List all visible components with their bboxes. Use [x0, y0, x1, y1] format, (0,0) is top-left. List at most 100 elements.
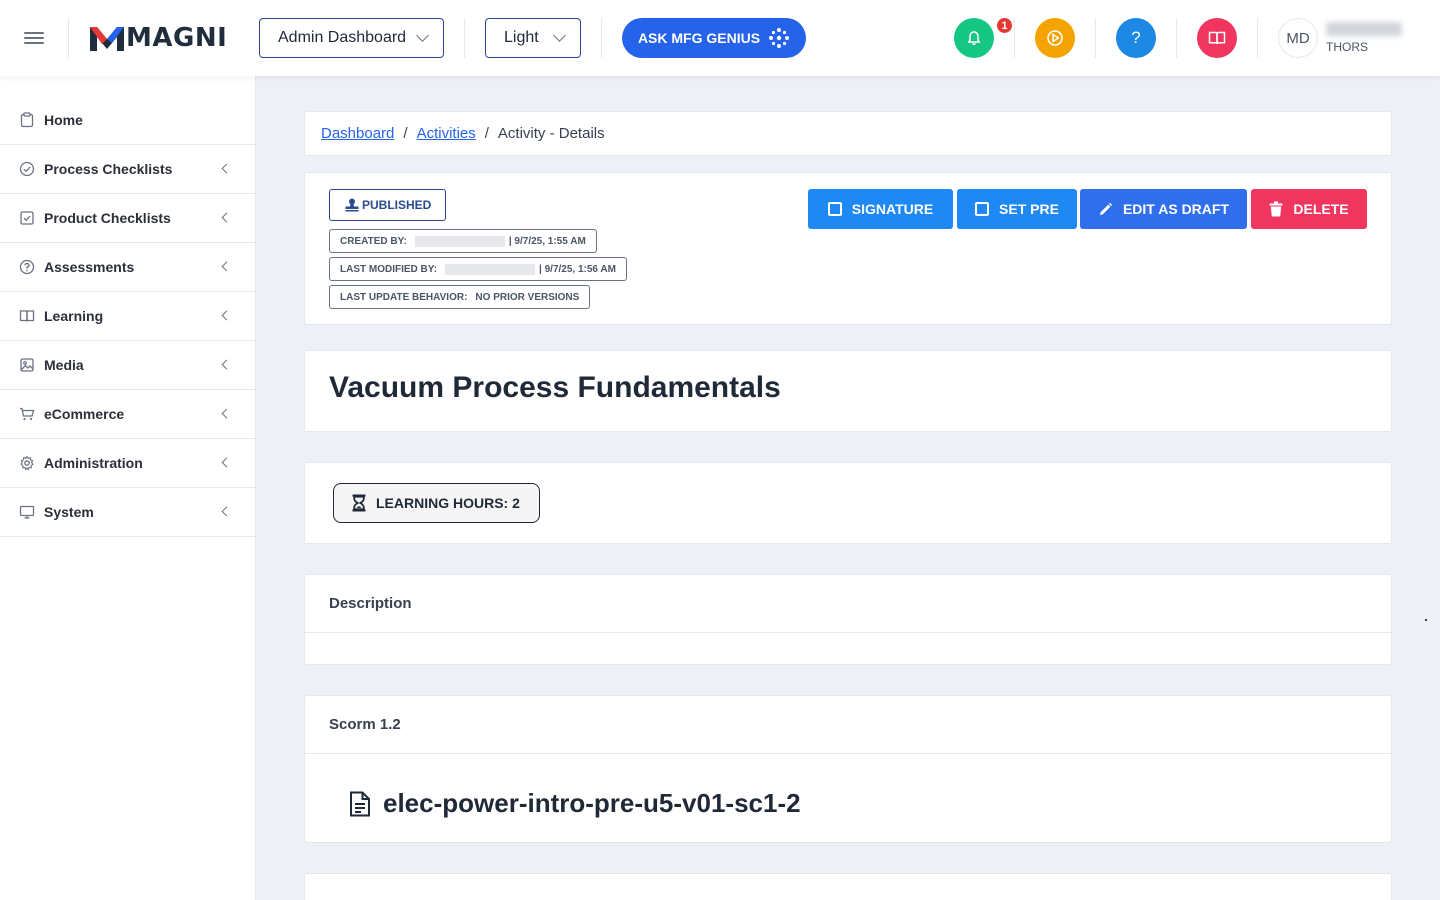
cart-icon	[18, 405, 36, 423]
sidebar-item-label: Assessments	[44, 259, 135, 275]
learning-hours-card: LEARNING HOURS: 2	[304, 462, 1392, 544]
description-heading: Description	[305, 575, 1391, 633]
notification-count-badge: 1	[995, 16, 1014, 35]
book-icon	[18, 307, 36, 325]
activity-title: Vacuum Process Fundamentals	[329, 371, 781, 404]
delete-button[interactable]: DELETE	[1251, 189, 1367, 229]
status-actions-card: PUBLISHED CREATED BY: | 9/7/25, 1:55 AM …	[304, 172, 1392, 325]
sparkle-icon	[769, 28, 790, 48]
breadcrumb-separator: /	[403, 125, 408, 142]
ask-mfg-genius-button[interactable]: ASK MFG GENIUS	[622, 18, 806, 58]
scorm-file-link[interactable]: elec-power-intro-pre-u5-v01-sc1-2	[349, 788, 801, 819]
signature-button[interactable]: SIGNATURE	[808, 189, 953, 229]
activity-title-card: Vacuum Process Fundamentals	[304, 350, 1392, 432]
last-modified-meta: LAST MODIFIED BY: | 9/7/25, 1:56 AM	[329, 257, 627, 281]
image-icon	[18, 356, 36, 374]
edit-as-draft-button[interactable]: EDIT AS DRAFT	[1080, 189, 1247, 229]
help-button[interactable]: ?	[1116, 18, 1156, 58]
sidebar-item-product-checklists[interactable]: Product Checklists	[0, 194, 255, 243]
sidebar-item-assessments[interactable]: Assessments	[0, 243, 255, 292]
user-organization: THORS	[1326, 40, 1368, 54]
top-bar: MAGNI Admin Dashboard Light ASK MFG GENI…	[0, 0, 1440, 76]
update-behavior-value: NO PRIOR VERSIONS	[475, 291, 580, 303]
question-circle-icon	[18, 258, 36, 276]
sidebar-item-process-checklists[interactable]: Process Checklists	[0, 145, 255, 194]
magni-logo[interactable]: MAGNI	[90, 22, 227, 54]
divider	[601, 18, 602, 58]
published-label: PUBLISHED	[362, 198, 432, 212]
learning-hours-badge: LEARNING HOURS: 2	[333, 483, 540, 523]
update-behavior-meta: LAST UPDATE BEHAVIOR: NO PRIOR VERSIONS	[329, 285, 591, 309]
sidebar-item-label: Process Checklists	[44, 161, 173, 177]
created-by-label: CREATED BY:	[340, 235, 407, 247]
chevron-left-icon	[221, 212, 232, 223]
monitor-icon	[18, 503, 36, 521]
dashboard-select-value: Admin Dashboard	[278, 29, 407, 46]
chevron-left-icon	[221, 261, 232, 272]
set-pre-button[interactable]: SET PRE	[957, 189, 1077, 229]
divider	[68, 18, 69, 58]
divider	[1095, 18, 1096, 58]
set-pre-label: SET PRE	[999, 201, 1059, 217]
sidebar-item-system[interactable]: System	[0, 488, 255, 537]
sidebar-item-label: Administration	[44, 455, 143, 471]
theme-select-value: Light	[504, 29, 539, 46]
last-modified-value: | 9/7/25, 1:56 AM	[539, 263, 616, 275]
delete-label: DELETE	[1293, 201, 1349, 217]
last-modified-label: LAST MODIFIED BY:	[340, 263, 438, 275]
breadcrumb-separator: /	[484, 125, 489, 142]
hamburger-menu-icon[interactable]	[22, 27, 46, 49]
update-behavior-label: LAST UPDATE BEHAVIOR:	[340, 291, 468, 303]
sidebar-item-learning[interactable]: Learning	[0, 292, 255, 341]
clipboard-icon	[18, 111, 36, 129]
guide-book-button[interactable]	[1197, 18, 1237, 58]
scorm-heading: Scorm 1.2	[305, 696, 1391, 754]
description-card: Description	[304, 574, 1392, 665]
stray-dot	[1425, 619, 1427, 621]
sidebar-item-label: eCommerce	[44, 406, 125, 422]
user-avatar[interactable]: MD	[1278, 18, 1318, 58]
chevron-left-icon	[221, 506, 232, 517]
last-modified-redacted	[445, 263, 536, 275]
question-mark-icon: ?	[1131, 28, 1141, 47]
play-button[interactable]	[1035, 18, 1075, 58]
created-by-redacted	[414, 235, 505, 247]
signature-label: SIGNATURE	[851, 201, 934, 217]
bell-icon	[967, 31, 981, 45]
chevron-down-icon	[416, 29, 429, 42]
dashboard-select[interactable]: Admin Dashboard	[259, 18, 444, 58]
published-status-badge: PUBLISHED	[329, 189, 447, 221]
chevron-left-icon	[221, 310, 232, 321]
check-circle-icon	[18, 160, 36, 178]
breadcrumb-dashboard-link[interactable]: Dashboard	[321, 125, 394, 142]
breadcrumb: Dashboard / Activities / Activity - Deta…	[304, 111, 1392, 156]
sidebar-item-label: System	[44, 504, 94, 520]
sidebar-item-label: Product Checklists	[44, 210, 171, 226]
breadcrumb-activities-link[interactable]: Activities	[417, 125, 476, 142]
chevron-down-icon	[553, 29, 566, 42]
user-name-redacted	[1326, 22, 1402, 36]
created-by-value: | 9/7/25, 1:55 AM	[508, 235, 586, 247]
sidebar-item-home[interactable]: Home	[0, 96, 255, 145]
chevron-left-icon	[221, 359, 232, 370]
created-by-meta: CREATED BY: | 9/7/25, 1:55 AM	[329, 229, 597, 253]
logo-text: MAGNI	[126, 23, 228, 53]
sidebar-item-ecommerce[interactable]: eCommerce	[0, 390, 255, 439]
notifications-button[interactable]	[954, 18, 994, 58]
file-text-icon	[350, 791, 370, 816]
sidebar-item-label: Learning	[44, 308, 104, 324]
scorm-file-name: elec-power-intro-pre-u5-v01-sc1-2	[383, 788, 801, 818]
magni-logo-mark-icon	[90, 27, 124, 51]
divider	[464, 18, 465, 58]
next-section-card	[304, 873, 1392, 900]
theme-select[interactable]: Light	[485, 18, 581, 58]
trash-icon	[1269, 201, 1283, 217]
check-square-icon	[18, 209, 36, 227]
hourglass-icon	[352, 494, 366, 512]
sidebar-item-administration[interactable]: Administration	[0, 439, 255, 488]
edit-as-draft-label: EDIT AS DRAFT	[1122, 201, 1230, 217]
sidebar-item-media[interactable]: Media	[0, 341, 255, 390]
chevron-left-icon	[221, 408, 232, 419]
divider	[1176, 18, 1177, 58]
learning-hours-label: LEARNING HOURS: 2	[376, 495, 520, 511]
